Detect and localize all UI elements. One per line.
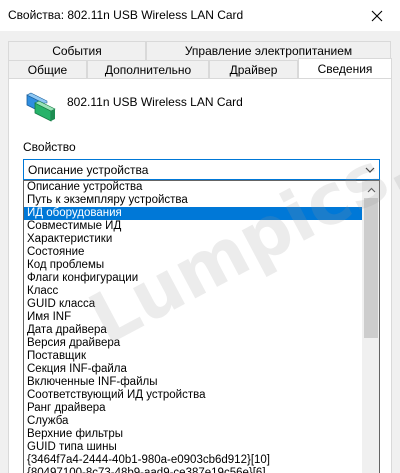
close-icon [371, 10, 383, 21]
tab-general[interactable]: Общие [8, 60, 87, 79]
dropdown-option[interactable]: Дата драйвера [24, 324, 364, 337]
dropdown-option[interactable]: Путь к экземпляру устройства [24, 194, 364, 207]
scrollbar-thumb[interactable] [364, 198, 378, 338]
dropdown-option[interactable]: Имя INF [24, 311, 364, 324]
dropdown-option[interactable]: ИД оборудования [24, 207, 364, 220]
dropdown-option[interactable]: {3464f7a4-2444-40b1-980a-e0903cb6d912}[1… [24, 454, 364, 467]
property-label: Свойство [23, 140, 76, 154]
close-button[interactable] [354, 0, 400, 31]
dropdown-option[interactable]: {80497100-8c73-48b9-aad9-ce387e19c56e}[6… [24, 467, 364, 473]
window-title: Свойства: 802.11n USB Wireless LAN Card [8, 8, 244, 22]
property-select[interactable]: Описание устройства [23, 159, 380, 180]
dropdown-option[interactable]: Характеристики [24, 233, 364, 246]
chevron-up-icon [367, 187, 375, 192]
tab-label: Драйвер [229, 63, 278, 77]
dropdown-option[interactable]: Состояние [24, 246, 364, 259]
dropdown-option[interactable]: Описание устройства [24, 181, 364, 194]
property-select-value: Описание устройства [28, 163, 149, 177]
tab-label: Общие [27, 63, 68, 77]
dropdown-option[interactable]: Флаги конфигурации [24, 272, 364, 285]
dropdown-option[interactable]: Версия драйвера [24, 337, 364, 350]
dropdown-option[interactable]: Секция INF-файла [24, 363, 364, 376]
dropdown-option[interactable]: Код проблемы [24, 259, 364, 272]
option-list: Описание устройства Путь к экземпляру уст… [24, 181, 364, 473]
scroll-up-button[interactable] [363, 181, 379, 198]
dropdown-option[interactable]: Соответствующий ИД устройства [24, 389, 364, 402]
scrollbar[interactable] [362, 181, 379, 473]
tab-label: Дополнительно [104, 63, 192, 77]
device-name: 802.11n USB Wireless LAN Card [67, 95, 243, 109]
dropdown-option[interactable]: Класс [24, 285, 364, 298]
property-dropdown-list[interactable]: Описание устройства Путь к экземпляру уст… [23, 180, 380, 473]
tab-row-bottom: Общие Дополнительно Драйвер Сведения [8, 58, 392, 79]
dropdown-option[interactable]: Поставщик [24, 350, 364, 363]
details-panel: 802.11n USB Wireless LAN Card Свойство О… [8, 78, 392, 473]
tab-driver[interactable]: Драйвер [209, 60, 298, 79]
dropdown-option[interactable]: Ранг драйвера [24, 402, 364, 415]
dialog-body: События Управление электропитанием Общие… [0, 31, 400, 473]
title-bar: Свойства: 802.11n USB Wireless LAN Card [0, 0, 400, 31]
dropdown-option[interactable]: Служба [24, 415, 364, 428]
dropdown-option[interactable]: GUID класса [24, 298, 364, 311]
dropdown-option[interactable]: Совместимые ИД [24, 220, 364, 233]
chevron-down-icon [365, 167, 375, 173]
dropdown-option[interactable]: Включенные INF-файлы [24, 376, 364, 389]
network-adapter-icon [26, 92, 56, 122]
tab-label: События [52, 44, 102, 58]
dropdown-option[interactable]: GUID типа шины [24, 441, 364, 454]
tab-label: Сведения [317, 62, 373, 76]
tab-label: Управление электропитанием [184, 44, 353, 58]
tab-events[interactable]: События [8, 41, 146, 60]
tab-advanced[interactable]: Дополнительно [87, 60, 209, 79]
tab-details[interactable]: Сведения [298, 58, 392, 79]
dropdown-option[interactable]: Верхние фильтры [24, 428, 364, 441]
